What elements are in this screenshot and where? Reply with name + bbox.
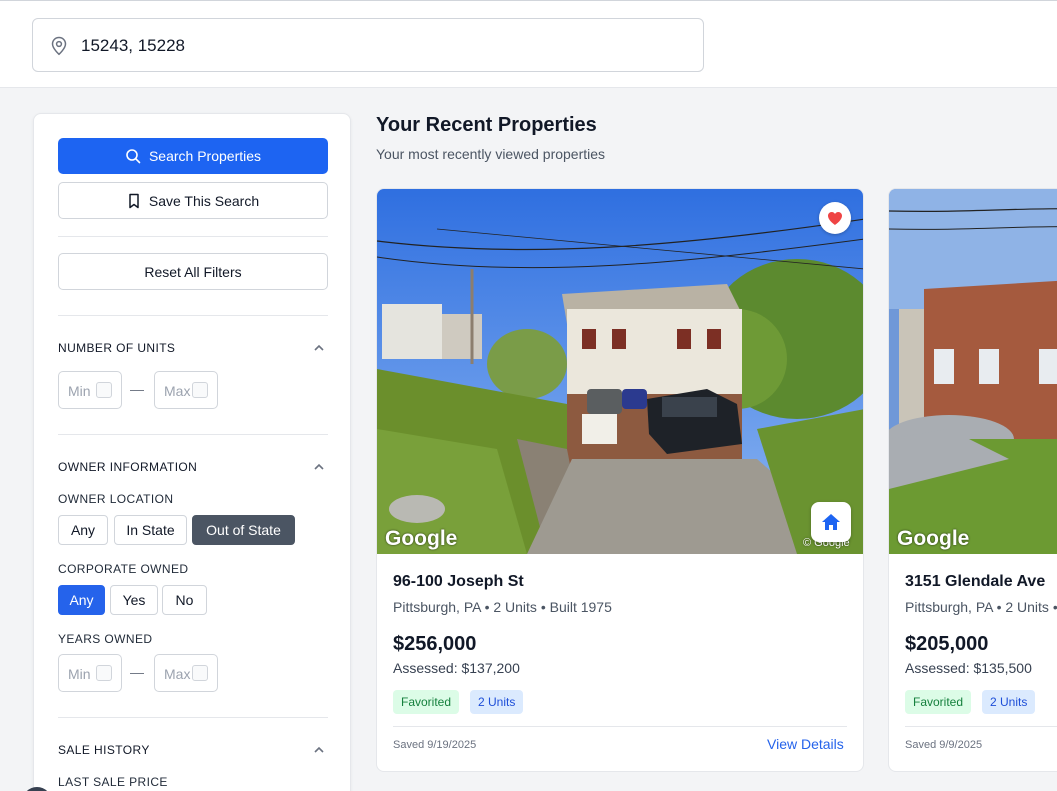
page-title: Your Recent Properties	[376, 114, 597, 136]
units-max-input[interactable]: Max	[154, 371, 218, 409]
units-section-title[interactable]: NUMBER OF UNITS	[58, 341, 175, 355]
google-watermark: Google	[897, 527, 970, 550]
units-min-placeholder: Min	[68, 383, 91, 399]
card-divider	[393, 726, 847, 727]
map-pin-icon	[51, 36, 67, 56]
saved-date: Saved 9/19/2025	[393, 739, 477, 751]
divider	[58, 717, 328, 718]
owner-location-any[interactable]: Any	[58, 515, 108, 545]
stepper-control[interactable]	[96, 382, 112, 398]
years-max-input[interactable]: Max	[154, 654, 218, 692]
corporate-owned-any[interactable]: Any	[58, 585, 105, 615]
favorite-button[interactable]	[819, 202, 851, 234]
corporate-owned-yes[interactable]: Yes	[110, 585, 158, 615]
units-badge: 2 Units	[470, 690, 524, 714]
home-icon	[822, 514, 840, 530]
chevron-up-icon[interactable]	[313, 745, 325, 755]
years-owned-label: YEARS OWNED	[58, 632, 153, 646]
search-properties-label: Search Properties	[148, 148, 262, 164]
heart-icon	[828, 211, 842, 225]
owner-section-title[interactable]: OWNER INFORMATION	[58, 460, 197, 474]
corporate-owned-no[interactable]: No	[162, 585, 207, 615]
range-separator: —	[130, 381, 144, 397]
property-photo[interactable]: Google	[889, 189, 1057, 554]
property-home-button[interactable]	[811, 502, 851, 542]
stepper-control[interactable]	[96, 665, 112, 681]
stepper-control[interactable]	[192, 665, 208, 681]
property-assessed: Assessed: $137,200	[393, 660, 520, 676]
property-card[interactable]: Google 3151 Glendale Ave Pittsburgh, PA …	[888, 188, 1057, 772]
card-divider	[905, 726, 1057, 727]
owner-location-out-of-state[interactable]: Out of State	[192, 515, 295, 545]
owner-location-label: OWNER LOCATION	[58, 492, 174, 506]
units-badge: 2 Units	[982, 690, 1036, 714]
save-search-label: Save This Search	[148, 192, 260, 209]
sale-history-section-title[interactable]: SALE HISTORY	[58, 743, 150, 757]
divider	[58, 315, 328, 316]
divider	[58, 236, 328, 237]
property-assessed: Assessed: $135,500	[905, 660, 1032, 676]
search-icon	[126, 149, 141, 164]
favorited-badge: Favorited	[905, 690, 972, 714]
top-search-bar	[0, 0, 1057, 88]
chevron-up-icon[interactable]	[313, 343, 325, 353]
property-meta: Pittsburgh, PA • 2 Units • Built 1975	[393, 599, 612, 615]
units-min-input[interactable]: Min	[58, 371, 122, 409]
years-min-input[interactable]: Min	[58, 654, 122, 692]
property-address[interactable]: 3151 Glendale Ave	[905, 573, 1045, 591]
property-photo[interactable]: Google © Google	[377, 189, 863, 554]
search-properties-button[interactable]: Search Properties	[58, 138, 328, 174]
favorited-badge: Favorited	[393, 690, 460, 714]
street-view-image	[377, 189, 863, 554]
location-search-input[interactable]	[81, 33, 681, 59]
range-separator: —	[130, 664, 144, 680]
reset-filters-label: Reset All Filters	[144, 263, 242, 280]
years-max-placeholder: Max	[164, 666, 191, 682]
property-address[interactable]: 96-100 Joseph St	[393, 573, 524, 591]
chevron-up-icon[interactable]	[313, 462, 325, 472]
property-card[interactable]: Google © Google 96-100 Joseph St Pittsbu…	[376, 188, 864, 772]
bookmark-icon	[129, 193, 139, 208]
location-search-box[interactable]	[32, 18, 704, 72]
stepper-control[interactable]	[192, 382, 208, 398]
filter-sidebar: Search Properties Save This Search Reset…	[33, 113, 351, 791]
google-watermark: Google	[385, 527, 458, 550]
save-search-button[interactable]: Save This Search	[58, 182, 328, 219]
street-view-image	[889, 189, 1057, 554]
years-min-placeholder: Min	[68, 666, 91, 682]
property-price: $256,000	[393, 633, 477, 655]
property-meta: Pittsburgh, PA • 2 Units •	[905, 599, 1057, 615]
corporate-owned-label: CORPORATE OWNED	[58, 562, 189, 576]
saved-date: Saved 9/9/2025	[905, 739, 983, 751]
units-max-placeholder: Max	[164, 383, 191, 399]
last-sale-price-label: LAST SALE PRICE	[58, 775, 168, 789]
owner-location-in-state[interactable]: In State	[114, 515, 187, 545]
divider	[58, 434, 328, 435]
view-details-link[interactable]: View Details	[767, 736, 844, 752]
reset-filters-button[interactable]: Reset All Filters	[58, 253, 328, 290]
property-price: $205,000	[905, 633, 989, 655]
page-subtitle: Your most recently viewed properties	[376, 146, 606, 162]
